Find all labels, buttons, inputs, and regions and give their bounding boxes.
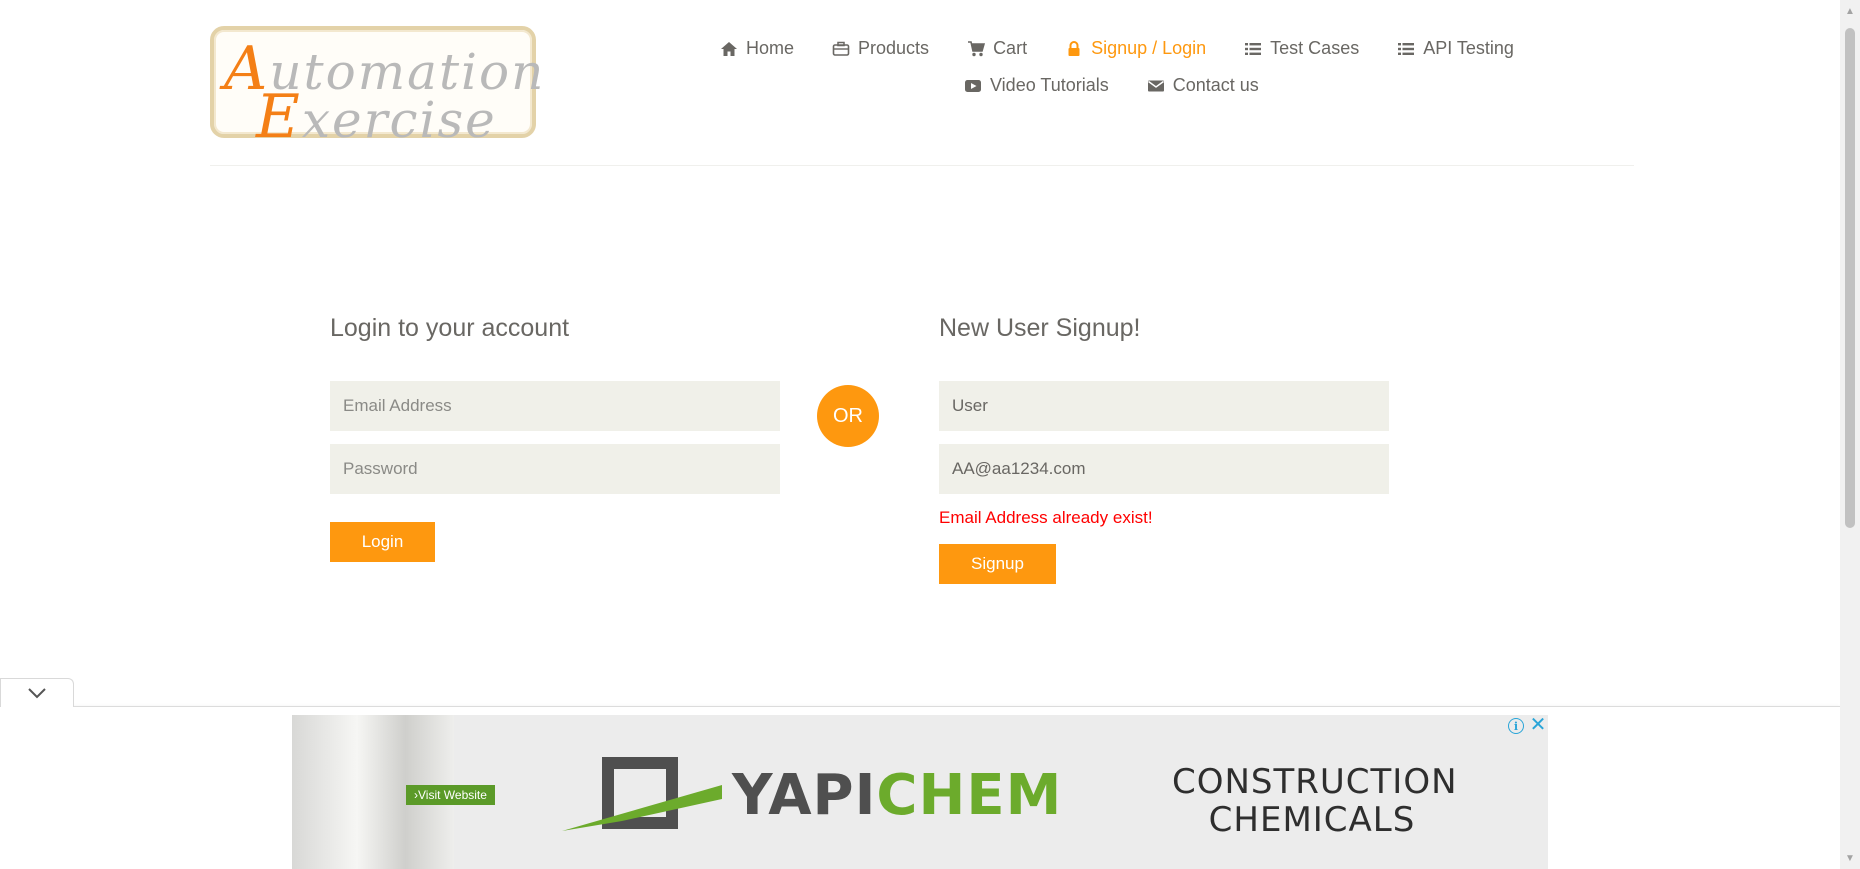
signup-name-input[interactable]: [939, 381, 1389, 431]
main-nav: Home Products Cart Signup / Login Test C…: [720, 38, 1552, 59]
ad-banner[interactable]: ›Visit Website YAPI CHEM CONSTRUCTION CHE…: [292, 715, 1548, 869]
nav-cart[interactable]: Cart: [967, 38, 1027, 59]
login-title: Login to your account: [330, 314, 570, 342]
ad-divider: [0, 706, 1840, 707]
signup-email-input[interactable]: [939, 444, 1389, 494]
ad-brand: YAPI CHEM: [562, 755, 1062, 835]
scrollbar-thumb[interactable]: [1845, 28, 1855, 528]
site-logo[interactable]: Automation Exercise: [210, 26, 543, 152]
login-button[interactable]: Login: [330, 522, 435, 562]
briefcase-icon: [832, 41, 850, 56]
nav-video-tutorials[interactable]: Video Tutorials: [964, 75, 1109, 96]
or-badge: OR: [817, 385, 879, 447]
logo-line-2: Exercise: [256, 82, 497, 152]
scroll-up-arrow-icon[interactable]: ▲: [1843, 4, 1857, 18]
nav-home[interactable]: Home: [720, 38, 794, 59]
login-email-input[interactable]: [330, 381, 780, 431]
yapichem-logo-icon: [562, 757, 722, 831]
ad-close-icon[interactable]: ✕: [1528, 714, 1548, 736]
header-divider: [210, 165, 1634, 166]
ad-tagline: CONSTRUCTION CHEMICALS: [1172, 762, 1458, 840]
ad-visit-website-link[interactable]: ›Visit Website: [406, 785, 495, 805]
lock-icon: [1068, 40, 1080, 56]
home-icon: [721, 41, 737, 56]
signup-title: New User Signup!: [939, 314, 1141, 342]
scroll-down-arrow-icon[interactable]: ▼: [1843, 851, 1857, 865]
main-nav-row-2: Video Tutorials Contact us: [964, 75, 1297, 96]
list-icon: [1398, 42, 1415, 55]
chevron-down-icon: [28, 688, 46, 699]
ad-info-icon[interactable]: i: [1508, 718, 1524, 734]
youtube-icon: [965, 79, 981, 92]
envelope-icon: [1147, 80, 1164, 91]
nav-contact-us[interactable]: Contact us: [1147, 75, 1259, 96]
ad-collapse-toggle[interactable]: [0, 678, 74, 707]
signup-error-message: Email Address already exist!: [939, 508, 1153, 527]
nav-signup-login[interactable]: Signup / Login: [1065, 38, 1206, 59]
signup-button[interactable]: Signup: [939, 544, 1056, 584]
cart-icon: [968, 40, 986, 56]
nav-test-cases[interactable]: Test Cases: [1244, 38, 1359, 59]
nav-products[interactable]: Products: [832, 38, 929, 59]
list-icon: [1245, 42, 1262, 55]
ad-brand-yapi: YAPI: [732, 762, 877, 828]
nav-api-testing[interactable]: API Testing: [1397, 38, 1514, 59]
ad-brand-chem: CHEM: [876, 762, 1063, 828]
login-password-input[interactable]: [330, 444, 780, 494]
